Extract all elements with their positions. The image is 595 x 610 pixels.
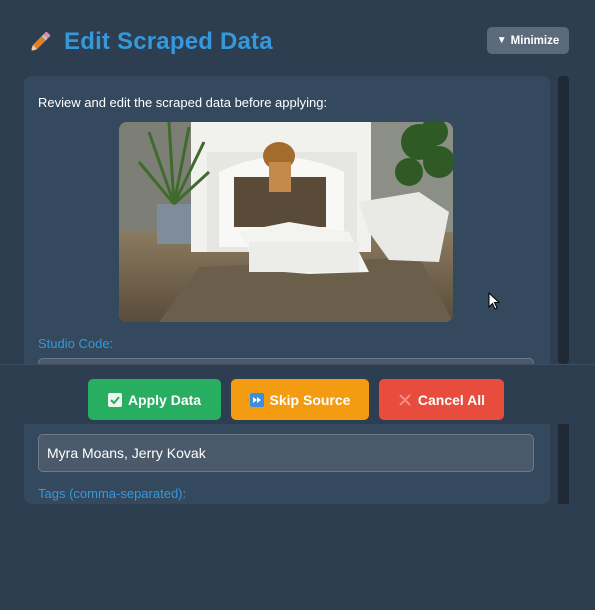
cancel-all-button[interactable]: Cancel All: [379, 379, 504, 420]
intro-text: Review and edit the scraped data before …: [38, 95, 328, 110]
skip-source-button[interactable]: Skip Source: [231, 379, 369, 420]
x-icon: [399, 393, 411, 406]
mouse-cursor-icon: [488, 292, 501, 310]
studio-code-label: Studio Code:: [38, 336, 114, 351]
apply-data-button[interactable]: Apply Data: [88, 379, 221, 420]
triangle-down-icon: ▼: [496, 35, 507, 46]
cancel-all-label: Cancel All: [417, 391, 486, 408]
tags-label: Tags (comma-separated):: [38, 486, 187, 501]
edit-scraped-data-dialog: Edit Scraped Data ▼ Minimize Review and …: [0, 0, 595, 610]
apply-data-label: Apply Data: [127, 391, 202, 408]
scrollbar-track-lower[interactable]: [558, 424, 569, 504]
scraped-data-panel: Review and edit the scraped data before …: [24, 76, 550, 504]
dialog-title: Edit Scraped Data: [64, 28, 273, 55]
scrollbar-track[interactable]: [558, 76, 569, 364]
minimize-button[interactable]: ▼ Minimize: [487, 27, 569, 54]
fast-forward-icon: [249, 392, 264, 407]
pencil-icon: [30, 31, 51, 52]
scene-preview-image: [119, 122, 453, 322]
skip-source-label: Skip Source: [269, 391, 351, 408]
action-bar-divider: [0, 364, 595, 365]
check-box-icon: [107, 392, 122, 407]
action-bar: Apply Data Skip Source Cancel All: [0, 364, 595, 424]
minimize-label: Minimize: [510, 34, 560, 47]
performers-field[interactable]: [38, 434, 534, 472]
dialog-header: Edit Scraped Data: [26, 26, 273, 58]
